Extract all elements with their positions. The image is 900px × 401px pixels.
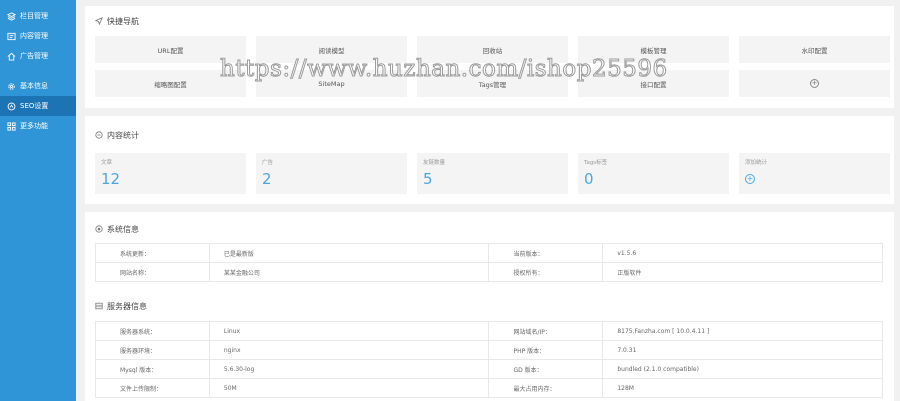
table-row: 服务器环境： nginx PHP 版本： 7.0.31 bbox=[95, 340, 883, 360]
table-row: Mysql 版本： 5.6.30-log GD 版本： bundled (2.1… bbox=[95, 359, 883, 379]
stat-label: 文章 bbox=[101, 160, 113, 166]
layers-icon bbox=[6, 11, 16, 21]
reading-model-button[interactable]: 阅读模型 bbox=[256, 36, 407, 63]
info-value: 128M bbox=[602, 378, 883, 398]
info-key: 最大占用内存： bbox=[488, 378, 604, 398]
info-key: GD 版本： bbox=[488, 359, 604, 379]
stat-label: Tags标签 bbox=[584, 160, 608, 166]
send-icon bbox=[94, 16, 103, 27]
api-config-button[interactable]: 接口配置 bbox=[578, 70, 729, 97]
sidebar-item-label: 基本信息 bbox=[20, 82, 48, 90]
thumbnail-config-button[interactable]: 缩略图配置 bbox=[95, 70, 246, 97]
add-stat-card[interactable]: 添加统计 + bbox=[739, 153, 890, 194]
seo-icon bbox=[6, 101, 16, 111]
info-key: 文件上传限制： bbox=[95, 378, 210, 398]
info-key: 当前版本： bbox=[488, 243, 604, 263]
recycle-bin-button[interactable]: 回收站 bbox=[417, 36, 568, 63]
stat-card-tags[interactable]: Tags标签 0 bbox=[578, 153, 729, 194]
plus-circle-icon: + bbox=[810, 79, 819, 88]
stat-value: 12 bbox=[101, 170, 121, 188]
table-row: 文件上传限制： 50M 最大占用内存： 128M bbox=[95, 378, 883, 398]
chart-circle-icon bbox=[95, 130, 103, 141]
stat-label: 友链数量 bbox=[423, 160, 446, 166]
info-key: 授权所有： bbox=[488, 262, 604, 282]
gear-icon bbox=[6, 81, 16, 91]
sidebar-item-label: 更多功能 bbox=[20, 122, 48, 130]
table-row: 系统更新： 已是最新版 当前版本： v1.5.6 bbox=[95, 243, 883, 263]
home-icon bbox=[6, 51, 16, 61]
info-value: Linux bbox=[208, 321, 490, 341]
system-info-table: 系统更新： 已是最新版 当前版本： v1.5.6 网站名称： 某某金融公司 授权… bbox=[95, 243, 883, 282]
content-stats-title: 内容统计 bbox=[95, 130, 139, 141]
template-management-button[interactable]: 模板管理 bbox=[578, 36, 729, 63]
table-row: 服务器系统： Linux 网站域名/IP： 8175.Fanzha.com [ … bbox=[95, 321, 883, 341]
server-info-title: 服务器信息 bbox=[95, 301, 147, 312]
plus-circle-icon: + bbox=[745, 174, 755, 184]
info-key: 服务器系统： bbox=[95, 321, 210, 341]
server-icon bbox=[95, 302, 103, 312]
info-value: 5.6.30-log bbox=[208, 359, 490, 379]
stat-value: 5 bbox=[423, 170, 433, 188]
grid-icon bbox=[6, 121, 16, 131]
system-info-title: 系统信息 bbox=[95, 224, 139, 235]
sidebar-item-label: SEO设置 bbox=[20, 102, 49, 110]
watermark-config-button[interactable]: 水印配置 bbox=[739, 36, 890, 63]
info-key: 网站域名/IP： bbox=[488, 321, 604, 341]
sidebar-item-more-functions[interactable]: 更多功能 bbox=[0, 116, 76, 136]
info-value: 50M bbox=[208, 378, 490, 398]
sidebar-item-label: 栏目管理 bbox=[20, 12, 48, 20]
content-icon bbox=[6, 31, 16, 41]
quick-nav-title: 快捷导航 bbox=[94, 16, 139, 27]
info-value: 8175.Fanzha.com [ 10.0.4.11 ] bbox=[602, 321, 883, 341]
stat-card-ads[interactable]: 广告 2 bbox=[256, 153, 407, 194]
sidebar-item-seo-settings[interactable]: SEO设置 bbox=[0, 96, 76, 116]
sidebar-item-basic-info[interactable]: 基本信息 bbox=[0, 76, 76, 96]
target-icon bbox=[95, 224, 103, 235]
info-key: Mysql 版本： bbox=[95, 359, 210, 379]
quick-nav-grid: URL配置 阅读模型 回收站 模板管理 水印配置 缩略图配置 SiteMap T… bbox=[95, 36, 890, 97]
stat-label: 添加统计 bbox=[745, 160, 768, 166]
stat-value: 0 bbox=[584, 170, 594, 188]
sidebar-item-ad-management[interactable]: 广告管理 bbox=[0, 46, 76, 66]
sidebar-item-label: 内容管理 bbox=[20, 32, 48, 40]
stat-label: 广告 bbox=[262, 160, 274, 166]
quick-nav-panel: 快捷导航 URL配置 阅读模型 回收站 模板管理 水印配置 缩略图配置 Site… bbox=[85, 6, 894, 108]
info-value: 已是最新版 bbox=[208, 243, 490, 263]
sitemap-button[interactable]: SiteMap bbox=[256, 70, 407, 97]
system-info-panel: 系统信息 系统更新： 已是最新版 当前版本： v1.5.6 网站名称： 某某金融… bbox=[85, 212, 894, 401]
tags-management-button[interactable]: Tags管理 bbox=[417, 70, 568, 97]
info-value: 某某金融公司 bbox=[208, 262, 490, 282]
info-value: v1.5.6 bbox=[602, 243, 883, 263]
info-value: 7.0.31 bbox=[602, 340, 883, 360]
add-shortcut-button[interactable]: + bbox=[739, 70, 890, 97]
server-info-table: 服务器系统： Linux 网站域名/IP： 8175.Fanzha.com [ … bbox=[95, 321, 883, 398]
stat-value: 2 bbox=[262, 170, 272, 188]
content-stats-panel: 内容统计 文章 12 广告 2 友链数量 5 Tags标签 0 添加统计 + bbox=[85, 116, 894, 204]
info-value: nginx bbox=[208, 340, 490, 360]
info-key: PHP 版本： bbox=[488, 340, 604, 360]
url-config-button[interactable]: URL配置 bbox=[95, 36, 246, 63]
stat-card-articles[interactable]: 文章 12 bbox=[95, 153, 246, 194]
table-row: 网站名称： 某某金融公司 授权所有： 正版软件 bbox=[95, 262, 883, 282]
info-value: 正版软件 bbox=[602, 262, 883, 282]
info-key: 网站名称： bbox=[95, 262, 210, 282]
info-value: bundled (2.1.0 compatible) bbox=[602, 359, 883, 379]
sidebar: 栏目管理 内容管理 广告管理 基本信息 SEO设置 更多功能 bbox=[0, 0, 76, 401]
sidebar-item-content-management[interactable]: 内容管理 bbox=[0, 26, 76, 46]
info-key: 系统更新： bbox=[95, 243, 210, 263]
stats-grid: 文章 12 广告 2 友链数量 5 Tags标签 0 添加统计 + bbox=[95, 153, 890, 194]
info-key: 服务器环境： bbox=[95, 340, 210, 360]
sidebar-item-label: 广告管理 bbox=[20, 52, 48, 60]
sidebar-item-column-management[interactable]: 栏目管理 bbox=[0, 6, 76, 26]
stat-card-links[interactable]: 友链数量 5 bbox=[417, 153, 568, 194]
